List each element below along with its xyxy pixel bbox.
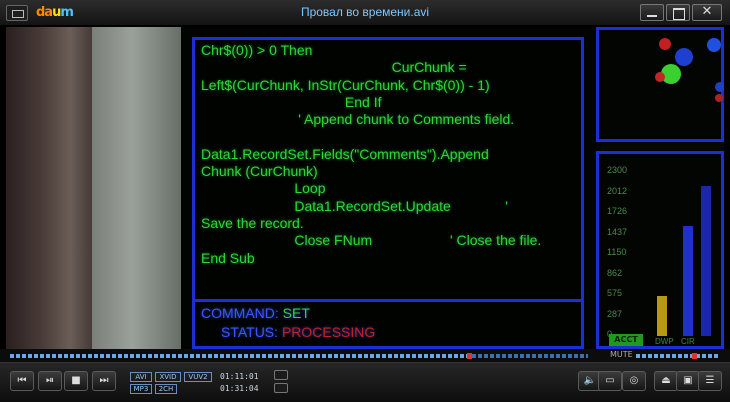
- code-line: ' Append chunk to Comments field.: [201, 111, 515, 128]
- eject-icon: ⏏: [661, 375, 671, 386]
- capture-button[interactable]: ▣: [676, 371, 700, 391]
- playlist-button[interactable]: ☰: [698, 371, 722, 391]
- close-button[interactable]: ✕: [692, 4, 722, 21]
- title-bar: daum Провал во времени.avi ✕: [0, 0, 730, 26]
- code-line: End If: [201, 93, 382, 110]
- video-code-text: Chr$(0)) > 0 Then CurChunk = Left$(CurChu…: [201, 42, 541, 267]
- next-button[interactable]: ⏭: [92, 371, 116, 391]
- meter-scale-value: 1726: [607, 206, 628, 216]
- meter-scale-value: 862: [607, 267, 623, 278]
- volume-slider[interactable]: [636, 354, 720, 358]
- video-meter-panel: 230020121726143711508625752870 ACCT DWP …: [596, 151, 724, 349]
- code-line: Save the record.: [201, 214, 304, 231]
- control-bar: ⏮ ⏯ ■ ⏭ AVI XVID VUV2 MP3 2CH 01:11:01 0…: [0, 362, 730, 402]
- video-status-panel: COMMAND: SET STATUS: PROCESSING: [192, 299, 584, 349]
- stop-icon: ■: [71, 375, 81, 386]
- code-line: Chr$(0)) > 0 Then: [201, 42, 313, 58]
- meter-scale-value: 2012: [607, 185, 628, 196]
- minimize-button[interactable]: [640, 4, 664, 21]
- code-line: Chunk (CurChunk): [201, 163, 318, 180]
- subtitle-icon: ▭: [605, 375, 615, 386]
- settings-icon: ◎: [629, 375, 639, 386]
- codec-tag-mp3: MP3: [130, 384, 152, 394]
- video-frame[interactable]: Chr$(0)) > 0 Then CurChunk = Left$(CurChu…: [6, 27, 724, 349]
- codec-tag-vuv2: VUV2: [184, 372, 212, 382]
- code-line: End Sub: [201, 249, 255, 266]
- meter-scale-value: 1150: [607, 247, 627, 257]
- volume-handle[interactable]: [692, 353, 697, 359]
- code-line: Left$(CurChunk, InStr(CurChunk, Chr$(0))…: [201, 76, 490, 93]
- stop-button[interactable]: ■: [64, 371, 88, 391]
- current-time: 01:11:01: [220, 372, 259, 381]
- meter-scale-value: 575: [607, 288, 623, 298]
- meter-bar-extra: [701, 186, 711, 336]
- time-mode-button[interactable]: [274, 383, 288, 393]
- seek-strip: MUTE: [0, 349, 730, 362]
- seek-handle[interactable]: [467, 353, 472, 359]
- aspect-button[interactable]: [274, 370, 288, 380]
- seek-bar-played: [10, 354, 467, 358]
- play-pause-button[interactable]: ⏯: [38, 371, 62, 391]
- command-line: COMMAND: SET: [201, 305, 310, 321]
- code-line: Close FNum ' Close the file.: [201, 232, 542, 249]
- subtitle-button[interactable]: ▭: [598, 371, 622, 391]
- capture-icon: ▣: [683, 375, 693, 386]
- window-title: Провал во времени.avi: [300, 5, 430, 19]
- codec-tag-xvid: XVID: [155, 372, 181, 382]
- maximize-button[interactable]: [666, 4, 690, 21]
- video-background-panel: [92, 27, 192, 349]
- video-background-wall: [6, 27, 98, 349]
- codec-tag-2ch: 2CH: [155, 384, 177, 394]
- video-molecule-panel: [596, 27, 724, 142]
- meter-scale-value: 1437: [607, 226, 628, 237]
- mute-label[interactable]: MUTE: [610, 350, 633, 359]
- close-icon: ✕: [701, 4, 713, 19]
- play-pause-icon: ⏯: [46, 375, 54, 386]
- code-line: Data1.RecordSet.Fields("Comments").Appen…: [201, 145, 489, 162]
- open-file-button[interactable]: ⏏: [654, 371, 678, 391]
- speaker-icon: 🔈: [583, 375, 597, 386]
- previous-button[interactable]: ⏮: [10, 371, 34, 391]
- meter-scale: 230020121726143711508625752870: [607, 160, 627, 345]
- video-code-screen: Chr$(0)) > 0 Then CurChunk = Left$(CurChu…: [192, 37, 584, 307]
- meter-label-acct: ACCT: [609, 334, 643, 346]
- meter-label-dwp: DWP: [655, 337, 674, 346]
- meter-scale-value: 2300: [607, 165, 628, 175]
- code-line: Data1.RecordSet.Update ': [201, 197, 508, 214]
- code-line: CurChunk =: [201, 59, 467, 76]
- next-icon: ⏭: [99, 375, 109, 386]
- previous-icon: ⏮: [17, 375, 27, 386]
- code-line: Loop: [201, 180, 326, 197]
- settings-button[interactable]: ◎: [622, 371, 646, 391]
- meter-label-cir: CIR: [681, 337, 695, 346]
- codec-tag-avi: AVI: [130, 372, 152, 382]
- media-info-panel: AVI XVID VUV2 MP3 2CH 01:11:01 01:31:04: [126, 370, 266, 396]
- meter-scale-value: 287: [607, 308, 623, 319]
- playlist-icon: ☰: [705, 375, 715, 386]
- total-time: 01:31:04: [220, 384, 259, 393]
- meter-bar-dwp: [657, 296, 667, 336]
- status-line: STATUS: PROCESSING: [221, 324, 376, 340]
- meter-bar-cir: [683, 226, 693, 336]
